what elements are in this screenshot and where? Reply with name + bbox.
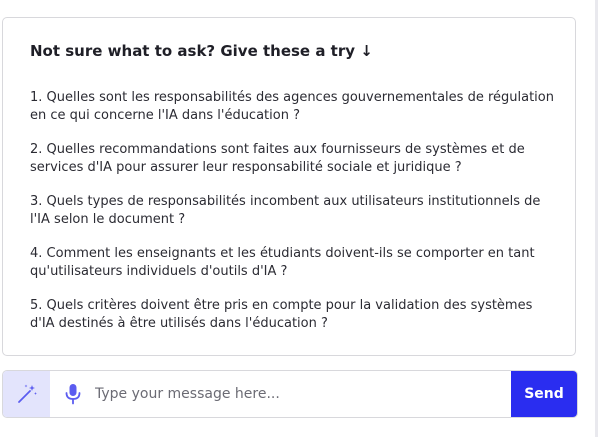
suggested-question[interactable]: 2. Quelles recommandations sont faites a… [30, 141, 558, 177]
suggestions-card: Not sure what to ask? Give these a try ↓… [2, 17, 576, 356]
suggested-questions-list: 1. Quelles sont les responsabilités des … [30, 89, 558, 349]
suggested-question[interactable]: 3. Quels types de responsabilités incomb… [30, 193, 558, 229]
message-input[interactable] [95, 379, 505, 409]
microphone-icon [65, 384, 81, 405]
suggested-question[interactable]: 5. Quels critères doivent être pris en c… [30, 297, 558, 333]
chat-input-bar: Send [2, 370, 578, 418]
microphone-button[interactable] [61, 382, 85, 406]
suggestions-heading: Not sure what to ask? Give these a try ↓ [30, 42, 373, 60]
magic-wand-icon [17, 384, 37, 403]
magic-wand-button[interactable] [3, 371, 50, 417]
suggested-question[interactable]: 4. Comment les enseignants et les étudia… [30, 245, 558, 281]
suggested-question[interactable]: 1. Quelles sont les responsabilités des … [30, 89, 558, 125]
send-button[interactable]: Send [511, 371, 577, 417]
